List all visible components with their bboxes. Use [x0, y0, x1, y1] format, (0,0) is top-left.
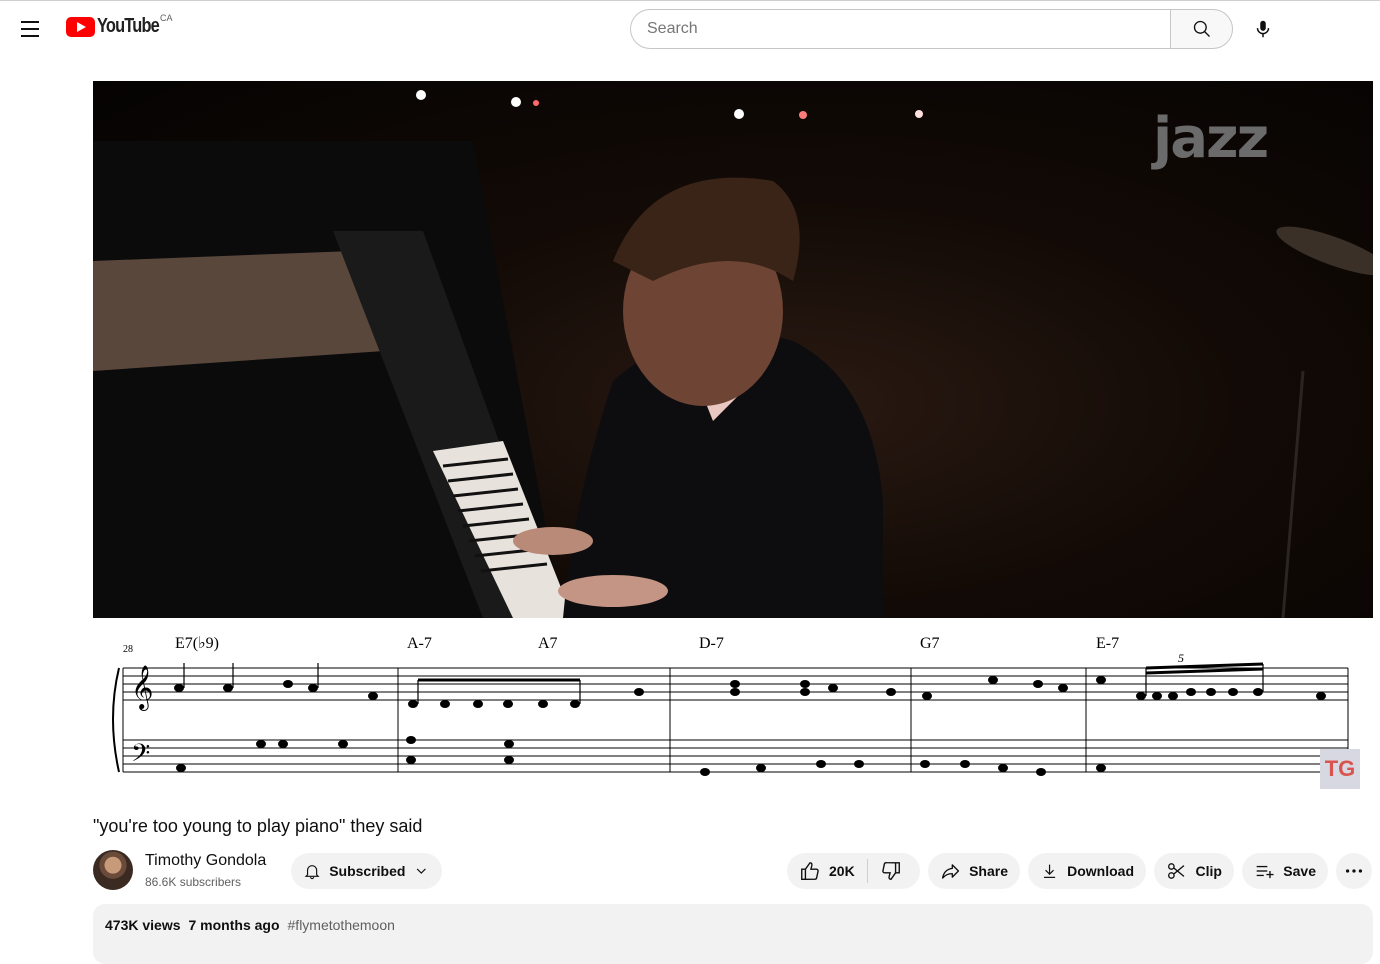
- clip-button[interactable]: Clip: [1154, 853, 1234, 889]
- clip-label: Clip: [1195, 863, 1222, 879]
- subscribed-button[interactable]: Subscribed: [291, 853, 442, 889]
- hashtag-link[interactable]: #flymetothemoon: [288, 917, 395, 933]
- download-button[interactable]: Download: [1028, 853, 1146, 889]
- subscriber-count: 86.6K subscribers: [145, 875, 242, 889]
- description-meta: 473K views 7 months ago #flymetothemoon: [105, 917, 395, 933]
- video-player[interactable]: jazz 28 E7(♭9) A-7 A7 D-7 G7 E-7 5 𝄞 𝄢 T…: [93, 81, 1373, 801]
- subscribed-label: Subscribed: [329, 863, 406, 879]
- thumbs-down-icon: [881, 862, 900, 880]
- chevron-down-icon: [417, 868, 427, 874]
- download-icon: [1043, 864, 1056, 878]
- sheet-music: 28 E7(♭9) A-7 A7 D-7 G7 E-7 5 𝄞 𝄢: [93, 618, 1373, 801]
- chord-symbol: G7: [920, 635, 940, 652]
- search-input[interactable]: [630, 9, 1170, 49]
- channel-name[interactable]: Timothy Gondola: [145, 852, 266, 870]
- scissors-icon: [1168, 863, 1185, 879]
- youtube-logo[interactable]: YouTube CA: [66, 13, 173, 38]
- voice-search-button[interactable]: [1243, 9, 1283, 49]
- chord-symbol: A-7: [407, 635, 432, 652]
- more-actions-button[interactable]: [1336, 853, 1372, 889]
- tuplet-number: 5: [1178, 651, 1184, 665]
- video-title: "you're too young to play piano" they sa…: [93, 816, 423, 836]
- share-button[interactable]: Share: [928, 853, 1020, 889]
- menu-button[interactable]: [12, 12, 48, 46]
- dislike-button[interactable]: [868, 853, 914, 889]
- thumbs-up-icon: [801, 862, 819, 880]
- save-label: Save: [1283, 863, 1316, 879]
- search-icon: [1193, 20, 1210, 37]
- like-dislike-group: 20K: [787, 853, 920, 889]
- logo-text: YouTube: [97, 15, 160, 37]
- playlist-add-icon: [1256, 865, 1274, 879]
- more-icon: [1345, 869, 1363, 873]
- bell-icon: [304, 865, 320, 880]
- video-frame: jazz: [93, 81, 1373, 618]
- share-icon: [941, 864, 960, 879]
- mic-icon: [1256, 20, 1270, 38]
- chord-symbol: D-7: [699, 635, 724, 652]
- search-bar: [630, 9, 1233, 49]
- search-button[interactable]: [1170, 9, 1233, 49]
- save-button[interactable]: Save: [1242, 853, 1328, 889]
- like-button[interactable]: 20K: [787, 853, 867, 889]
- country-code: CA: [160, 13, 173, 23]
- download-label: Download: [1067, 863, 1134, 879]
- svg-text:𝄞: 𝄞: [131, 665, 153, 711]
- chord-symbol: E7(♭9): [175, 635, 219, 652]
- chord-symbol: E-7: [1096, 635, 1119, 652]
- top-border: [0, 0, 1380, 1]
- play-logo-icon: [66, 16, 95, 37]
- channel-watermark[interactable]: TG: [1320, 749, 1360, 789]
- menu-icon-bar: [21, 35, 39, 37]
- channel-avatar[interactable]: [93, 850, 133, 890]
- menu-icon-bar: [21, 28, 39, 30]
- measure-number: 28: [123, 644, 133, 655]
- share-label: Share: [969, 863, 1008, 879]
- upload-time: 7 months ago: [188, 917, 280, 933]
- like-count: 20K: [829, 863, 855, 879]
- view-count: 473K views: [105, 917, 181, 933]
- menu-icon: [21, 21, 39, 23]
- sheet-music-staff: 28 E7(♭9) A-7 A7 D-7 G7 E-7 5 𝄞 𝄢: [112, 635, 1349, 776]
- jazz-logo-overlay: jazz: [1153, 106, 1269, 171]
- chord-symbol: A7: [538, 635, 558, 652]
- description-box[interactable]: 473K views 7 months ago #flymetothemoon: [93, 904, 1373, 964]
- svg-text:𝄢: 𝄢: [131, 739, 150, 774]
